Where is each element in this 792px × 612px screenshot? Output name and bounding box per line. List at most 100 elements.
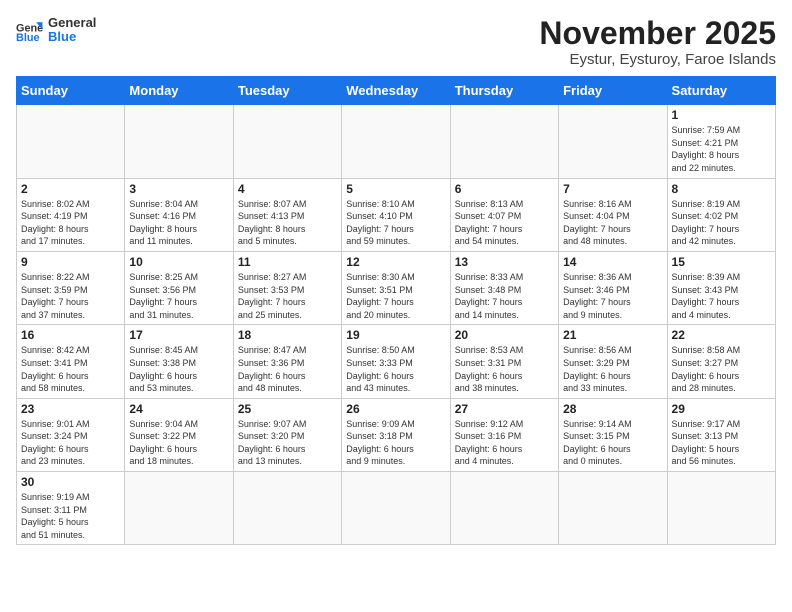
day-number: 4 <box>238 182 337 196</box>
weekday-header: Wednesday <box>342 77 450 105</box>
day-info: Sunrise: 8:19 AM Sunset: 4:02 PM Dayligh… <box>672 198 771 248</box>
weekday-header: Saturday <box>667 77 775 105</box>
day-number: 11 <box>238 255 337 269</box>
weekday-header: Tuesday <box>233 77 341 105</box>
calendar-cell <box>450 472 558 545</box>
day-number: 1 <box>672 108 771 122</box>
calendar-cell: 24Sunrise: 9:04 AM Sunset: 3:22 PM Dayli… <box>125 398 233 471</box>
calendar-cell: 21 Sunrise: 8:56 AM Sunset: 3:29 PM Dayli… <box>559 325 667 398</box>
location-subtitle: Eystur, Eysturoy, Faroe Islands <box>539 51 776 68</box>
calendar-cell: 7 Sunrise: 8:16 AM Sunset: 4:04 PM Daylig… <box>559 178 667 251</box>
day-number: 7 <box>563 182 662 196</box>
logo-blue: Blue <box>48 30 96 44</box>
day-number: 17 <box>129 328 228 342</box>
day-number: 22 <box>672 328 771 342</box>
calendar-cell: 10 Sunrise: 8:25 AM Sunset: 3:56 PM Dayli… <box>125 251 233 324</box>
day-info: Sunrise: 8:45 AM Sunset: 3:38 PM Dayligh… <box>129 344 228 394</box>
calendar-cell <box>559 105 667 178</box>
day-info: Sunrise: 8:30 AM Sunset: 3:51 PM Dayligh… <box>346 271 445 321</box>
day-info: Sunrise: 8:10 AM Sunset: 4:10 PM Dayligh… <box>346 198 445 248</box>
calendar-week-row: 30Sunrise: 9:19 AM Sunset: 3:11 PM Dayli… <box>17 472 776 545</box>
calendar-week-row: 1 Sunrise: 7:59 AM Sunset: 4:21 PM Daylig… <box>17 105 776 178</box>
day-info: Sunrise: 8:16 AM Sunset: 4:04 PM Dayligh… <box>563 198 662 248</box>
day-number: 19 <box>346 328 445 342</box>
day-number: 26 <box>346 402 445 416</box>
weekday-header: Monday <box>125 77 233 105</box>
day-number: 25 <box>238 402 337 416</box>
day-number: 9 <box>21 255 120 269</box>
day-info: Sunrise: 9:01 AM Sunset: 3:24 PM Dayligh… <box>21 418 120 468</box>
day-info: Sunrise: 8:47 AM Sunset: 3:36 PM Dayligh… <box>238 344 337 394</box>
calendar-cell: 29 Sunrise: 9:17 AM Sunset: 3:13 PM Dayli… <box>667 398 775 471</box>
day-info: Sunrise: 8:56 AM Sunset: 3:29 PM Dayligh… <box>563 344 662 394</box>
logo: General Blue General Blue <box>16 16 96 45</box>
day-info: Sunrise: 8:27 AM Sunset: 3:53 PM Dayligh… <box>238 271 337 321</box>
logo-general: General <box>48 16 96 30</box>
page-header: General Blue General Blue November 2025 … <box>16 16 776 68</box>
calendar-cell <box>233 105 341 178</box>
calendar-cell: 9 Sunrise: 8:22 AM Sunset: 3:59 PM Daylig… <box>17 251 125 324</box>
day-info: Sunrise: 9:17 AM Sunset: 3:13 PM Dayligh… <box>672 418 771 468</box>
calendar-cell: 8 Sunrise: 8:19 AM Sunset: 4:02 PM Daylig… <box>667 178 775 251</box>
calendar-cell: 20 Sunrise: 8:53 AM Sunset: 3:31 PM Dayli… <box>450 325 558 398</box>
title-block: November 2025 Eystur, Eysturoy, Faroe Is… <box>539 16 776 68</box>
day-number: 8 <box>672 182 771 196</box>
day-number: 2 <box>21 182 120 196</box>
calendar-cell: 16 Sunrise: 8:42 AM Sunset: 3:41 PM Dayli… <box>17 325 125 398</box>
calendar-cell: 14 Sunrise: 8:36 AM Sunset: 3:46 PM Dayli… <box>559 251 667 324</box>
day-number: 6 <box>455 182 554 196</box>
day-info: Sunrise: 8:58 AM Sunset: 3:27 PM Dayligh… <box>672 344 771 394</box>
calendar-cell: 11 Sunrise: 8:27 AM Sunset: 3:53 PM Dayli… <box>233 251 341 324</box>
day-info: Sunrise: 8:36 AM Sunset: 3:46 PM Dayligh… <box>563 271 662 321</box>
day-number: 21 <box>563 328 662 342</box>
calendar-cell <box>667 472 775 545</box>
day-info: Sunrise: 8:39 AM Sunset: 3:43 PM Dayligh… <box>672 271 771 321</box>
calendar-cell <box>233 472 341 545</box>
day-number: 5 <box>346 182 445 196</box>
calendar-cell: 18Sunrise: 8:47 AM Sunset: 3:36 PM Dayli… <box>233 325 341 398</box>
day-info: Sunrise: 8:22 AM Sunset: 3:59 PM Dayligh… <box>21 271 120 321</box>
calendar-cell: 15 Sunrise: 8:39 AM Sunset: 3:43 PM Dayli… <box>667 251 775 324</box>
day-info: Sunrise: 9:12 AM Sunset: 3:16 PM Dayligh… <box>455 418 554 468</box>
day-number: 3 <box>129 182 228 196</box>
day-number: 10 <box>129 255 228 269</box>
calendar-week-row: 9 Sunrise: 8:22 AM Sunset: 3:59 PM Daylig… <box>17 251 776 324</box>
day-info: Sunrise: 8:42 AM Sunset: 3:41 PM Dayligh… <box>21 344 120 394</box>
calendar-cell <box>125 105 233 178</box>
calendar-cell: 27Sunrise: 9:12 AM Sunset: 3:16 PM Dayli… <box>450 398 558 471</box>
day-number: 14 <box>563 255 662 269</box>
calendar-cell <box>342 472 450 545</box>
calendar-cell: 1 Sunrise: 7:59 AM Sunset: 4:21 PM Daylig… <box>667 105 775 178</box>
calendar-cell: 12Sunrise: 8:30 AM Sunset: 3:51 PM Dayli… <box>342 251 450 324</box>
day-info: Sunrise: 9:14 AM Sunset: 3:15 PM Dayligh… <box>563 418 662 468</box>
calendar-cell: 19 Sunrise: 8:50 AM Sunset: 3:33 PM Dayli… <box>342 325 450 398</box>
weekday-header: Friday <box>559 77 667 105</box>
day-number: 29 <box>672 402 771 416</box>
day-info: Sunrise: 8:02 AM Sunset: 4:19 PM Dayligh… <box>21 198 120 248</box>
calendar-week-row: 16 Sunrise: 8:42 AM Sunset: 3:41 PM Dayli… <box>17 325 776 398</box>
calendar-week-row: 23 Sunrise: 9:01 AM Sunset: 3:24 PM Dayli… <box>17 398 776 471</box>
day-info: Sunrise: 8:33 AM Sunset: 3:48 PM Dayligh… <box>455 271 554 321</box>
calendar-cell: 25 Sunrise: 9:07 AM Sunset: 3:20 PM Dayli… <box>233 398 341 471</box>
weekday-header-row: SundayMondayTuesdayWednesdayThursdayFrid… <box>17 77 776 105</box>
day-info: Sunrise: 9:07 AM Sunset: 3:20 PM Dayligh… <box>238 418 337 468</box>
calendar-cell: 23 Sunrise: 9:01 AM Sunset: 3:24 PM Dayli… <box>17 398 125 471</box>
calendar-cell <box>342 105 450 178</box>
day-info: Sunrise: 7:59 AM Sunset: 4:21 PM Dayligh… <box>672 124 771 174</box>
calendar-cell: 26Sunrise: 9:09 AM Sunset: 3:18 PM Dayli… <box>342 398 450 471</box>
calendar-cell <box>559 472 667 545</box>
calendar-cell: 28Sunrise: 9:14 AM Sunset: 3:15 PM Dayli… <box>559 398 667 471</box>
day-number: 23 <box>21 402 120 416</box>
calendar-cell: 30Sunrise: 9:19 AM Sunset: 3:11 PM Dayli… <box>17 472 125 545</box>
day-number: 16 <box>21 328 120 342</box>
calendar-table: SundayMondayTuesdayWednesdayThursdayFrid… <box>16 76 776 545</box>
day-number: 15 <box>672 255 771 269</box>
day-number: 30 <box>21 475 120 489</box>
calendar-cell <box>17 105 125 178</box>
day-number: 20 <box>455 328 554 342</box>
calendar-cell <box>125 472 233 545</box>
day-info: Sunrise: 8:25 AM Sunset: 3:56 PM Dayligh… <box>129 271 228 321</box>
weekday-header: Sunday <box>17 77 125 105</box>
day-info: Sunrise: 8:53 AM Sunset: 3:31 PM Dayligh… <box>455 344 554 394</box>
day-info: Sunrise: 8:50 AM Sunset: 3:33 PM Dayligh… <box>346 344 445 394</box>
